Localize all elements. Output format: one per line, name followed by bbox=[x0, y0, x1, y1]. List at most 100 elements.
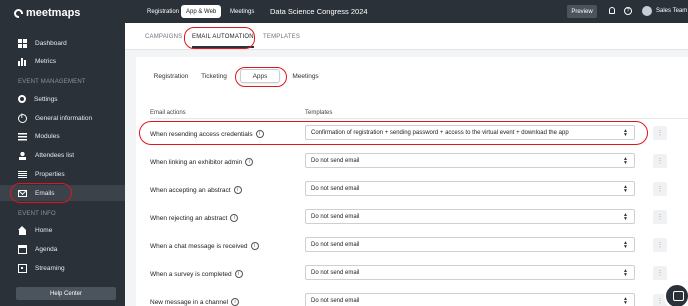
tab-campaigns[interactable]: CAMPAIGNS bbox=[145, 34, 182, 40]
gear-icon bbox=[18, 95, 26, 103]
more-options-icon[interactable]: ⋮ bbox=[653, 238, 667, 252]
template-select[interactable]: Do not send email ▲ ▼ bbox=[305, 209, 635, 224]
sidebar-item-label: Settings bbox=[34, 95, 58, 103]
template-value: Confirmation of registration + sending p… bbox=[311, 129, 569, 136]
tab-email-automation[interactable]: EMAIL AUTOMATION bbox=[192, 34, 254, 48]
action-text: When a chat message is received bbox=[150, 242, 248, 250]
template-select[interactable]: Confirmation of registration + sending p… bbox=[305, 125, 635, 140]
select-caret-icon: ▲ ▼ bbox=[623, 212, 628, 222]
section-event-info: EVENT INFO bbox=[18, 211, 56, 217]
more-options-icon[interactable]: ⋮ bbox=[653, 126, 667, 140]
action-text: When linking an exhibitor admin bbox=[150, 158, 243, 166]
top-tab-registration[interactable]: Registration bbox=[142, 5, 184, 18]
metrics-icon bbox=[18, 56, 27, 66]
top-tab-meetings[interactable]: Meetings bbox=[225, 5, 259, 18]
template-select[interactable]: Do not send email ▲ ▼ bbox=[305, 153, 635, 168]
template-value: Do not send email bbox=[311, 269, 360, 276]
sidebar-item-properties[interactable]: Properties bbox=[0, 166, 125, 182]
action-text: When resending access credentials bbox=[150, 130, 253, 138]
column-header-templates: Templates bbox=[305, 110, 333, 116]
sidebar-item-label: Emails bbox=[35, 189, 55, 197]
people-icon bbox=[18, 150, 27, 160]
email-action-label: When rejecting an abstract i bbox=[150, 214, 239, 222]
info-icon[interactable]: i bbox=[230, 214, 239, 222]
template-select[interactable]: Do not send email ▲ ▼ bbox=[305, 237, 635, 252]
sidebar-item-label: Attendees list bbox=[35, 151, 75, 159]
section-event-management: EVENT MANAGEMENT bbox=[18, 79, 86, 85]
action-text: When a survey is completed bbox=[150, 270, 232, 278]
info-icon[interactable]: i bbox=[245, 158, 254, 166]
meetmaps-logo[interactable]: meetmaps bbox=[14, 7, 80, 19]
sidebar-item-attendees-list[interactable]: Attendees list bbox=[0, 147, 125, 163]
subtab-meetings[interactable]: Meetings bbox=[288, 69, 323, 83]
user-name[interactable]: Sales Team bbox=[656, 8, 687, 14]
email-action-row: When accepting an abstract i Do not send … bbox=[150, 179, 688, 207]
template-select[interactable]: Do not send email ▲ ▼ bbox=[305, 265, 635, 280]
sidebar-item-modules[interactable]: Modules bbox=[0, 128, 125, 144]
template-select[interactable]: Do not send email ▲ ▼ bbox=[305, 293, 635, 306]
action-text: New message in a channel bbox=[150, 298, 229, 306]
info-icon[interactable]: i bbox=[255, 130, 264, 138]
select-caret-icon: ▲ ▼ bbox=[623, 156, 628, 166]
streaming-icon bbox=[18, 263, 27, 273]
select-caret-icon: ▲ ▼ bbox=[623, 268, 628, 278]
help-icon[interactable]: ? bbox=[624, 7, 632, 15]
action-text: When rejecting an abstract bbox=[150, 214, 228, 222]
template-select[interactable]: Do not send email ▲ ▼ bbox=[305, 181, 635, 196]
sidebar-item-home[interactable]: Home bbox=[0, 222, 125, 238]
select-caret-icon: ▲ ▼ bbox=[623, 128, 628, 138]
sidebar-item-metrics[interactable]: Metrics bbox=[0, 53, 125, 69]
sidebar-item-settings[interactable]: Settings bbox=[0, 91, 125, 107]
info-icon[interactable]: i bbox=[234, 270, 243, 278]
top-tab-app-web[interactable]: App & Web bbox=[181, 5, 222, 18]
mail-icon bbox=[18, 190, 27, 197]
help-center-button[interactable]: Help Center bbox=[16, 287, 116, 300]
email-action-label: When a chat message is received i bbox=[150, 242, 259, 250]
template-value: Do not send email bbox=[311, 297, 360, 304]
subtab-apps[interactable]: Apps bbox=[240, 69, 280, 83]
info-icon[interactable]: i bbox=[231, 298, 240, 306]
sidebar-item-label: Streaming bbox=[35, 264, 65, 272]
avatar[interactable] bbox=[642, 6, 652, 16]
more-options-icon[interactable]: ⋮ bbox=[653, 266, 667, 280]
email-action-row: When rejecting an abstract i Do not send … bbox=[150, 207, 688, 235]
email-action-label: When accepting an abstract i bbox=[150, 186, 242, 194]
sidebar-item-emails[interactable]: Emails bbox=[0, 185, 125, 201]
home-icon bbox=[18, 225, 27, 235]
calendar-icon bbox=[18, 244, 27, 254]
event-title: Data Science Congress 2024 bbox=[270, 7, 368, 16]
sidebar-item-label: Agenda bbox=[35, 245, 58, 253]
sidebar-item-label: Dashboard bbox=[35, 39, 67, 47]
chat-support-icon[interactable] bbox=[664, 283, 688, 306]
email-action-row: New message in a channel i Do not send em… bbox=[150, 291, 688, 306]
sidebar-item-agenda[interactable]: Agenda bbox=[0, 241, 125, 257]
subtab-registration[interactable]: Registration bbox=[151, 69, 191, 83]
sidebar-item-label: Modules bbox=[35, 132, 60, 140]
dashboard-icon bbox=[18, 38, 27, 48]
sidebar-item-dashboard[interactable]: Dashboard bbox=[0, 35, 125, 51]
more-options-icon[interactable]: ⋮ bbox=[653, 154, 667, 168]
modules-icon bbox=[18, 131, 27, 141]
email-action-row: When resending access credentials i Confi… bbox=[150, 123, 688, 151]
sidebar-item-general-information[interactable]: General information bbox=[0, 110, 125, 126]
email-action-label: When linking an exhibitor admin i bbox=[150, 158, 254, 166]
info-icon[interactable]: i bbox=[250, 242, 259, 250]
tab-templates[interactable]: TEMPLATES bbox=[263, 34, 300, 40]
email-action-label: When a survey is completed i bbox=[150, 270, 243, 278]
email-tabs: CAMPAIGNS EMAIL AUTOMATION TEMPLATES bbox=[125, 23, 688, 50]
info-icon[interactable]: i bbox=[233, 186, 242, 194]
list-icon bbox=[18, 169, 27, 179]
email-action-row: When a chat message is received i Do not … bbox=[150, 235, 688, 263]
sidebar-item-streaming[interactable]: Streaming bbox=[0, 260, 125, 276]
more-options-icon[interactable]: ⋮ bbox=[653, 182, 667, 196]
preview-button[interactable]: Preview bbox=[567, 5, 597, 18]
email-action-label: New message in a channel i bbox=[150, 298, 240, 306]
subtab-ticketing[interactable]: Ticketing bbox=[198, 69, 230, 83]
template-value: Do not send email bbox=[311, 241, 360, 248]
logo-text: meetmaps bbox=[26, 7, 81, 19]
sidebar-item-label: Metrics bbox=[35, 57, 56, 65]
select-caret-icon: ▲ ▼ bbox=[623, 184, 628, 194]
select-caret-icon: ▲ ▼ bbox=[623, 296, 628, 306]
more-options-icon[interactable]: ⋮ bbox=[653, 210, 667, 224]
bell-icon[interactable] bbox=[609, 7, 615, 14]
